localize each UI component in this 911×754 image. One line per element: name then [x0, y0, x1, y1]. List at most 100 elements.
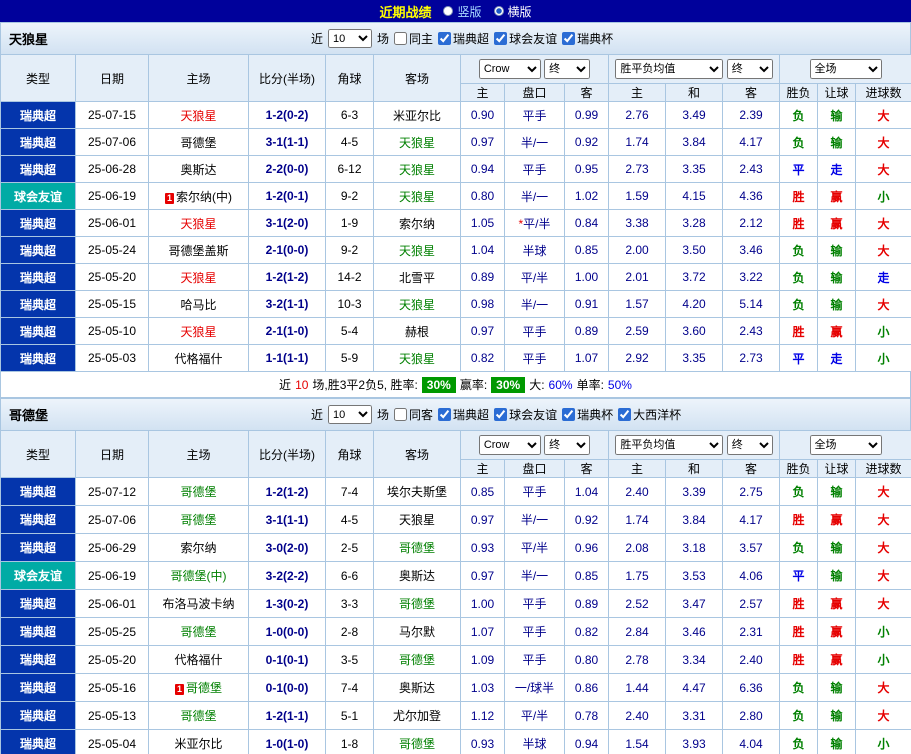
match-score[interactable]: 3-2(1-1) — [248, 290, 326, 318]
away-team[interactable]: 索尔纳 — [373, 209, 461, 237]
avg-home-odds: 1.74 — [608, 505, 667, 534]
match-score[interactable]: 1-2(1-2) — [248, 263, 326, 291]
match-score[interactable]: 1-3(0-2) — [248, 589, 326, 618]
avg-draw-odds: 3.35 — [665, 155, 724, 183]
league-filter[interactable]: 瑞典杯 — [562, 406, 613, 423]
match-score[interactable]: 1-0(1-0) — [248, 729, 326, 754]
corner-count: 6-3 — [325, 101, 374, 129]
away-team[interactable]: 哥德堡 — [373, 645, 461, 674]
league-filter-checkbox[interactable] — [394, 408, 408, 421]
home-team[interactable]: 索尔纳 — [148, 533, 249, 562]
home-team[interactable]: 天狼星 — [148, 317, 249, 345]
home-team[interactable]: 哥德堡 — [148, 617, 249, 646]
home-team[interactable]: 奥斯达 — [148, 155, 249, 183]
avg-home-odds: 2.00 — [608, 236, 667, 264]
layout-vertical-option[interactable]: 竖版 — [443, 3, 482, 20]
layout-horizontal-option[interactable]: 横版 — [493, 3, 532, 20]
away-team[interactable]: 赫根 — [373, 317, 461, 345]
match-score[interactable]: 2-2(0-0) — [248, 155, 326, 183]
avg-stage-select[interactable]: 终 — [726, 59, 773, 79]
league-filter-checkbox[interactable] — [618, 408, 632, 421]
away-team[interactable]: 北雪平 — [373, 263, 461, 291]
scope-select[interactable]: 全场 — [809, 59, 882, 79]
match-score[interactable]: 2-1(0-0) — [248, 236, 326, 264]
away-team[interactable]: 天狼星 — [373, 344, 461, 372]
avg-type-select[interactable]: 胜平负均值 — [615, 435, 724, 455]
asian-stage-select[interactable]: 终 — [544, 435, 591, 455]
league-filter[interactable]: 大西洋杯 — [618, 406, 681, 423]
match-score[interactable]: 1-2(1-2) — [248, 477, 326, 506]
match-count-select[interactable]: 10 — [328, 405, 373, 424]
match-score[interactable]: 2-1(1-0) — [248, 317, 326, 345]
home-team[interactable]: 布洛马波卡纳 — [148, 589, 249, 618]
league-filter[interactable]: 球会友谊 — [494, 30, 557, 47]
radio-unselected-icon[interactable] — [443, 6, 454, 16]
away-team[interactable]: 马尔默 — [373, 617, 461, 646]
away-team[interactable]: 哥德堡 — [373, 589, 461, 618]
league-filter-checkbox[interactable] — [494, 408, 508, 421]
match-score[interactable]: 3-1(1-1) — [248, 128, 326, 156]
home-team[interactable]: 代格福什 — [148, 344, 249, 372]
home-team[interactable]: 米亚尔比 — [148, 729, 249, 754]
home-team[interactable]: 1 哥德堡 — [148, 673, 249, 702]
league-filter[interactable]: 瑞典超 — [438, 406, 489, 423]
away-team[interactable]: 天狼星 — [373, 182, 461, 210]
away-team[interactable]: 埃尔夫斯堡 — [373, 477, 461, 506]
avg-stage-select[interactable]: 终 — [726, 435, 773, 455]
home-team[interactable]: 哥德堡 — [148, 701, 249, 730]
match-score[interactable]: 0-1(0-0) — [248, 673, 326, 702]
bookmaker-select[interactable]: Crow — [478, 435, 541, 455]
match-score[interactable]: 3-1(1-1) — [248, 505, 326, 534]
away-team[interactable]: 米亚尔比 — [373, 101, 461, 129]
match-score[interactable]: 3-0(2-0) — [248, 533, 326, 562]
league-filter[interactable]: 瑞典杯 — [562, 30, 613, 47]
away-team[interactable]: 天狼星 — [373, 155, 461, 183]
away-team[interactable]: 尤尔加登 — [373, 701, 461, 730]
match-score[interactable]: 3-2(2-2) — [248, 561, 326, 590]
match-score[interactable]: 1-2(1-1) — [248, 701, 326, 730]
away-team[interactable]: 哥德堡 — [373, 533, 461, 562]
away-team[interactable]: 奥斯达 — [373, 561, 461, 590]
league-filter[interactable]: 同主 — [394, 30, 433, 47]
home-team[interactable]: 天狼星 — [148, 101, 249, 129]
match-score[interactable]: 1-0(0-0) — [248, 617, 326, 646]
league-filter-checkbox[interactable] — [438, 408, 452, 421]
match-score[interactable]: 0-1(0-1) — [248, 645, 326, 674]
home-team[interactable]: 哥德堡盖斯 — [148, 236, 249, 264]
avg-type-select[interactable]: 胜平负均值 — [615, 59, 724, 79]
away-team[interactable]: 天狼星 — [373, 505, 461, 534]
league-filter-checkbox[interactable] — [438, 32, 452, 45]
away-team[interactable]: 天狼星 — [373, 128, 461, 156]
away-team[interactable]: 哥德堡 — [373, 729, 461, 754]
away-team[interactable]: 奥斯达 — [373, 673, 461, 702]
home-team[interactable]: 天狼星 — [148, 263, 249, 291]
league-filter[interactable]: 同客 — [394, 406, 433, 423]
league-filter-checkbox[interactable] — [562, 32, 576, 45]
match-score[interactable]: 1-1(1-1) — [248, 344, 326, 372]
goals-outcome: 大 — [855, 505, 911, 534]
scope-select[interactable]: 全场 — [809, 435, 882, 455]
bookmaker-select[interactable]: Crow — [478, 59, 541, 79]
home-team[interactable]: 1 索尔纳(中) — [148, 182, 249, 210]
asian-stage-select[interactable]: 终 — [544, 59, 591, 79]
home-team[interactable]: 哥德堡 — [148, 477, 249, 506]
home-team[interactable]: 代格福什 — [148, 645, 249, 674]
match-count-select[interactable]: 10 — [328, 29, 373, 48]
away-team[interactable]: 天狼星 — [373, 290, 461, 318]
match-score[interactable]: 1-2(0-2) — [248, 101, 326, 129]
away-team[interactable]: 天狼星 — [373, 236, 461, 264]
home-team[interactable]: 哈马比 — [148, 290, 249, 318]
home-team[interactable]: 哥德堡 — [148, 128, 249, 156]
league-filter-checkbox[interactable] — [562, 408, 576, 421]
home-team[interactable]: 天狼星 — [148, 209, 249, 237]
league-filter-checkbox[interactable] — [494, 32, 508, 45]
league-filter-checkbox[interactable] — [394, 32, 408, 45]
match-score[interactable]: 1-2(0-1) — [248, 182, 326, 210]
league-filter[interactable]: 球会友谊 — [494, 406, 557, 423]
radio-selected-icon[interactable] — [493, 6, 504, 16]
asian-away-odds: 0.89 — [563, 589, 610, 618]
match-score[interactable]: 3-1(2-0) — [248, 209, 326, 237]
league-filter[interactable]: 瑞典超 — [438, 30, 489, 47]
home-team[interactable]: 哥德堡(中) — [148, 561, 249, 590]
home-team[interactable]: 哥德堡 — [148, 505, 249, 534]
